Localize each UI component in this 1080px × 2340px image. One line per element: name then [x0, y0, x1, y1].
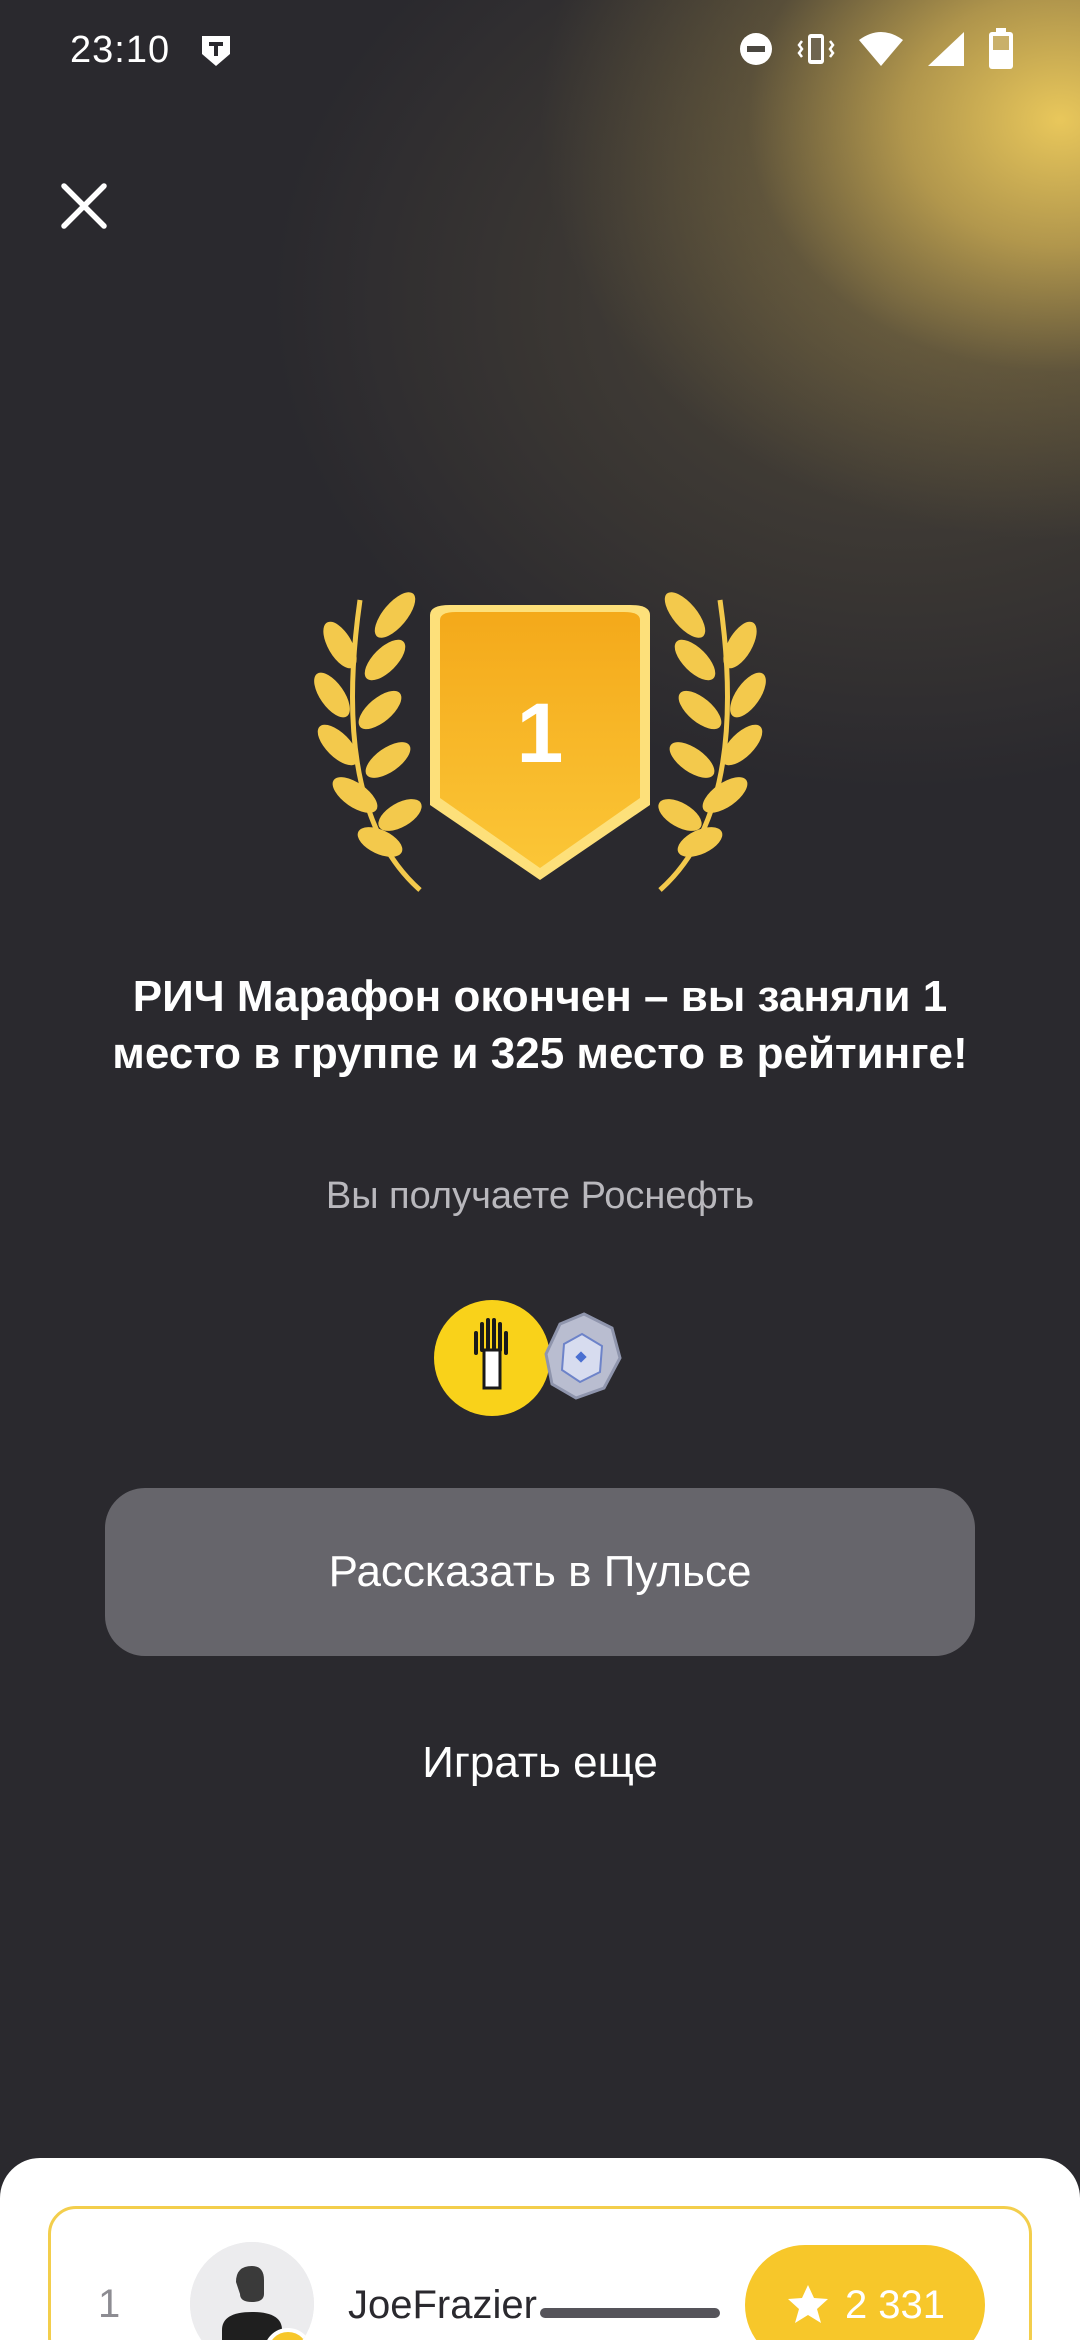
- signal-icon: [928, 32, 964, 66]
- laurel-left-icon: [314, 592, 422, 892]
- app-t-icon: [202, 36, 231, 66]
- close-icon[interactable]: [58, 180, 110, 232]
- leaderboard-name: JoeFrazier: [348, 2283, 537, 2327]
- result-headline: РИЧ Марафон окончен – вы заняли 1 место …: [112, 972, 968, 1078]
- battery-icon: [989, 28, 1013, 69]
- first-place-badge: 1: [314, 592, 766, 892]
- leaderboard-score: 2 331: [844, 2282, 946, 2327]
- vibrate-icon: [797, 34, 835, 64]
- reward-text: Вы получаете Роснефть: [325, 1175, 755, 1217]
- reward-icons: [434, 1300, 622, 1416]
- home-indicator: [540, 2308, 720, 2318]
- wifi-icon: [859, 32, 903, 66]
- badge-place-number: 1: [517, 686, 564, 780]
- dnd-icon: [740, 33, 772, 65]
- leaderboard-rank: 1: [98, 2282, 121, 2326]
- status-time: 23:10: [70, 28, 171, 71]
- star-icon: [787, 2285, 828, 2323]
- status-bar: 23:10: [0, 0, 1080, 100]
- laurel-right-icon: [658, 592, 766, 892]
- leaderboard-score-pill: 2 331: [745, 2245, 985, 2340]
- background-gradient: [0, 0, 1080, 2340]
- play-again-button[interactable]: Играть еще: [300, 1738, 780, 1808]
- silver-gem-icon: [544, 1312, 622, 1400]
- share-in-pulse-button[interactable]: Рассказать в Пульсе: [105, 1488, 975, 1656]
- rosneft-logo-icon: [434, 1300, 550, 1416]
